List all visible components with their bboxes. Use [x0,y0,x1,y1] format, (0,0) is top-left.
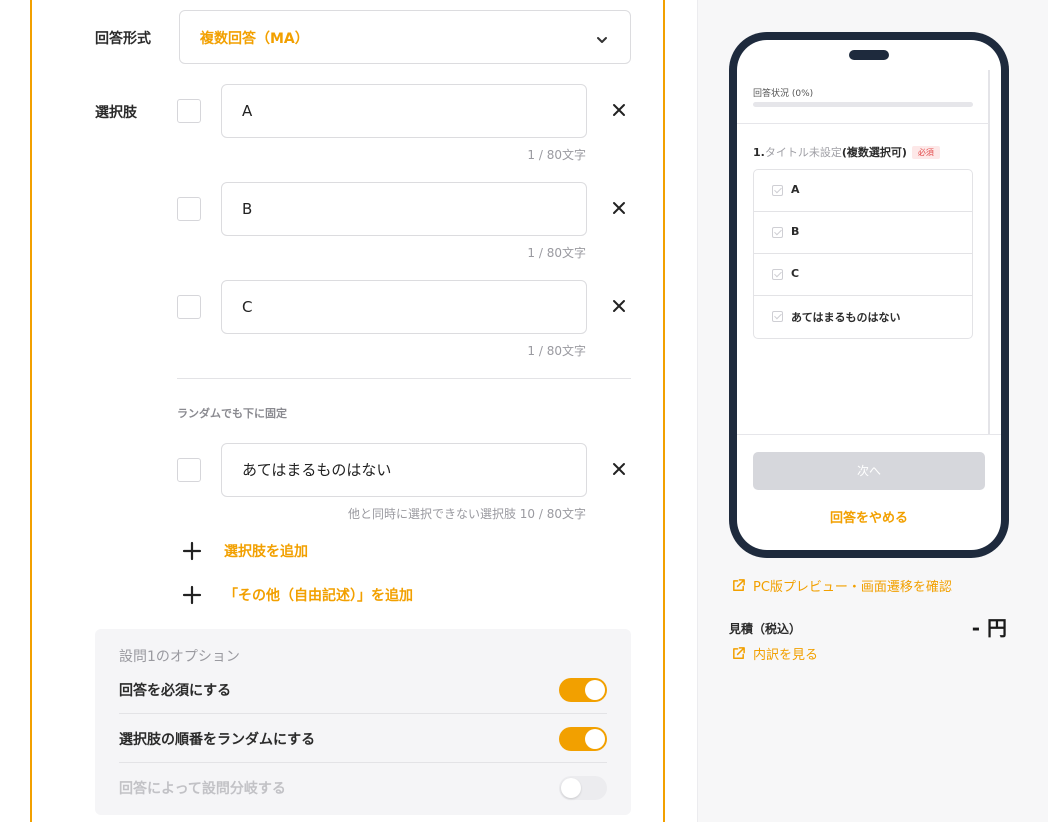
plus-icon [182,585,202,605]
answer-format-value: 複数回答（MA） [200,31,309,47]
options-title: 設問1のオプション [119,649,240,665]
preview-choice[interactable]: C [754,254,972,296]
char-count: 他と同時に選択できない選択肢 10 / 80文字 [347,507,586,521]
choice-checkbox[interactable] [177,458,201,482]
char-count: 1 / 80文字 [527,148,586,162]
preview-choice[interactable]: A [754,170,972,212]
close-icon[interactable] [611,102,627,118]
preview-choice-list: A B C あてはまるものはない [753,169,973,339]
option-branch-row: 回答によって設問分岐する [119,763,607,812]
close-icon[interactable] [611,461,627,477]
close-icon[interactable] [611,200,627,216]
option-label: 回答を必須にする [119,682,232,699]
estimate-label: 見積（税込） [729,622,802,636]
external-link-icon [731,578,746,593]
pc-preview-link[interactable]: PC版プレビュー・画面遷移を確認 [731,576,952,595]
checkbox-icon [772,269,783,280]
choice-input[interactable]: C [221,280,587,334]
progress-bar [753,102,973,107]
question-options-panel: 設問1のオプション 回答を必須にする 選択肢の順番をランダムにする 回答によって… [95,629,631,815]
preview-choice[interactable]: あてはまるものはない [754,296,972,338]
option-label: 回答によって設問分岐する [119,780,286,797]
breakdown-link[interactable]: 内訳を見る [731,644,818,663]
required-toggle[interactable] [559,677,607,702]
chevron-down-icon [596,31,608,50]
add-choice-button[interactable]: 選択肢を追加 [182,541,308,561]
quit-link[interactable]: 回答をやめる [737,507,1001,526]
scrollbar[interactable] [988,70,990,434]
choices-label: 選択肢 [95,105,137,121]
choice-checkbox[interactable] [177,99,201,123]
phone-screen: 回答状況 (0%) 1.タイトル未設定(複数選択可) 必須 A B C あてはまる… [737,40,1001,550]
choice-input[interactable]: A [221,84,587,138]
answer-format-label: 回答形式 [95,31,151,47]
add-choice-label: 選択肢を追加 [224,544,308,560]
close-icon[interactable] [611,298,627,314]
random-order-toggle[interactable] [559,726,607,751]
answer-format-select[interactable]: 複数回答（MA） [179,10,631,64]
phone-preview: 回答状況 (0%) 1.タイトル未設定(複数選択可) 必須 A B C あてはまる… [729,32,1009,558]
next-button[interactable]: 次へ [753,452,985,490]
add-other-label: 「その他（自由記述）」を追加 [224,588,413,604]
choice-checkbox[interactable] [177,295,201,319]
external-link-icon [731,646,746,661]
plus-icon [182,541,202,561]
phone-notch [849,50,889,60]
fixed-choice-input[interactable]: あてはまるものはない [221,443,587,497]
char-count: 1 / 80文字 [527,246,586,260]
divider [177,378,631,379]
fixed-bottom-label: ランダムでも下に固定 [177,407,287,420]
question-title: 1.タイトル未設定(複数選択可) 必須 [753,144,940,160]
choice-checkbox[interactable] [177,197,201,221]
required-badge: 必須 [911,146,940,159]
preview-choice[interactable]: B [754,212,972,254]
branch-toggle[interactable] [559,775,607,800]
option-required-row: 回答を必須にする [119,665,607,714]
choice-input[interactable]: B [221,182,587,236]
checkbox-icon [772,311,783,322]
progress-label: 回答状況 (0%) [753,89,814,99]
option-label: 選択肢の順番をランダムにする [119,731,316,748]
checkbox-icon [772,227,783,238]
estimate-value: - 円 [971,616,1007,640]
checkbox-icon [772,185,783,196]
add-other-button[interactable]: 「その他（自由記述）」を追加 [182,585,413,605]
char-count: 1 / 80文字 [527,344,586,358]
option-random-row: 選択肢の順番をランダムにする [119,714,607,763]
